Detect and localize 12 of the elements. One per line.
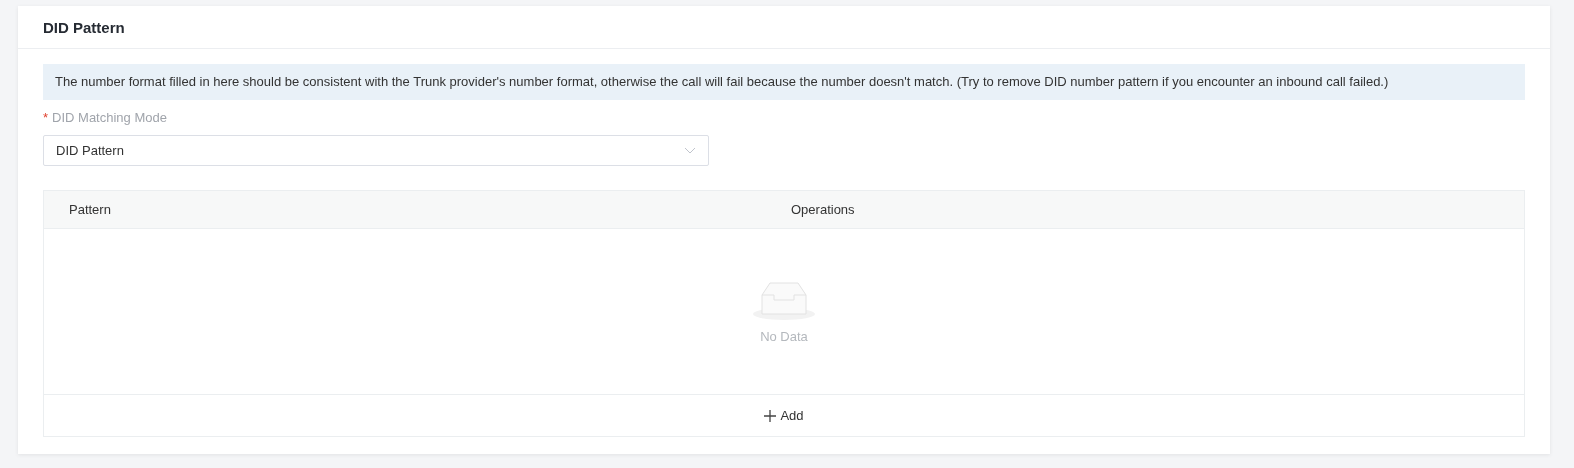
- empty-inbox-icon: [752, 279, 816, 321]
- field-label: DID Matching Mode: [52, 110, 167, 125]
- required-asterisk: *: [43, 110, 49, 125]
- empty-text: No Data: [760, 329, 808, 344]
- info-notice: The number format filled in here should be consistent with the Trunk provider's number format, otherwise the call will fail because the number doesn't match. (Try to remove DID number pattern if you encounter an inbound call failed.): [43, 64, 1525, 100]
- column-header: Operations: [791, 202, 855, 217]
- matching-mode-select[interactable]: DID Pattern: [43, 135, 709, 166]
- card-title: DID Pattern: [43, 18, 125, 36]
- add-button[interactable]: Add: [760, 406, 808, 425]
- plus-icon: [764, 409, 777, 422]
- column-header: Pattern: [69, 202, 111, 217]
- chevron-down-icon: [684, 146, 696, 155]
